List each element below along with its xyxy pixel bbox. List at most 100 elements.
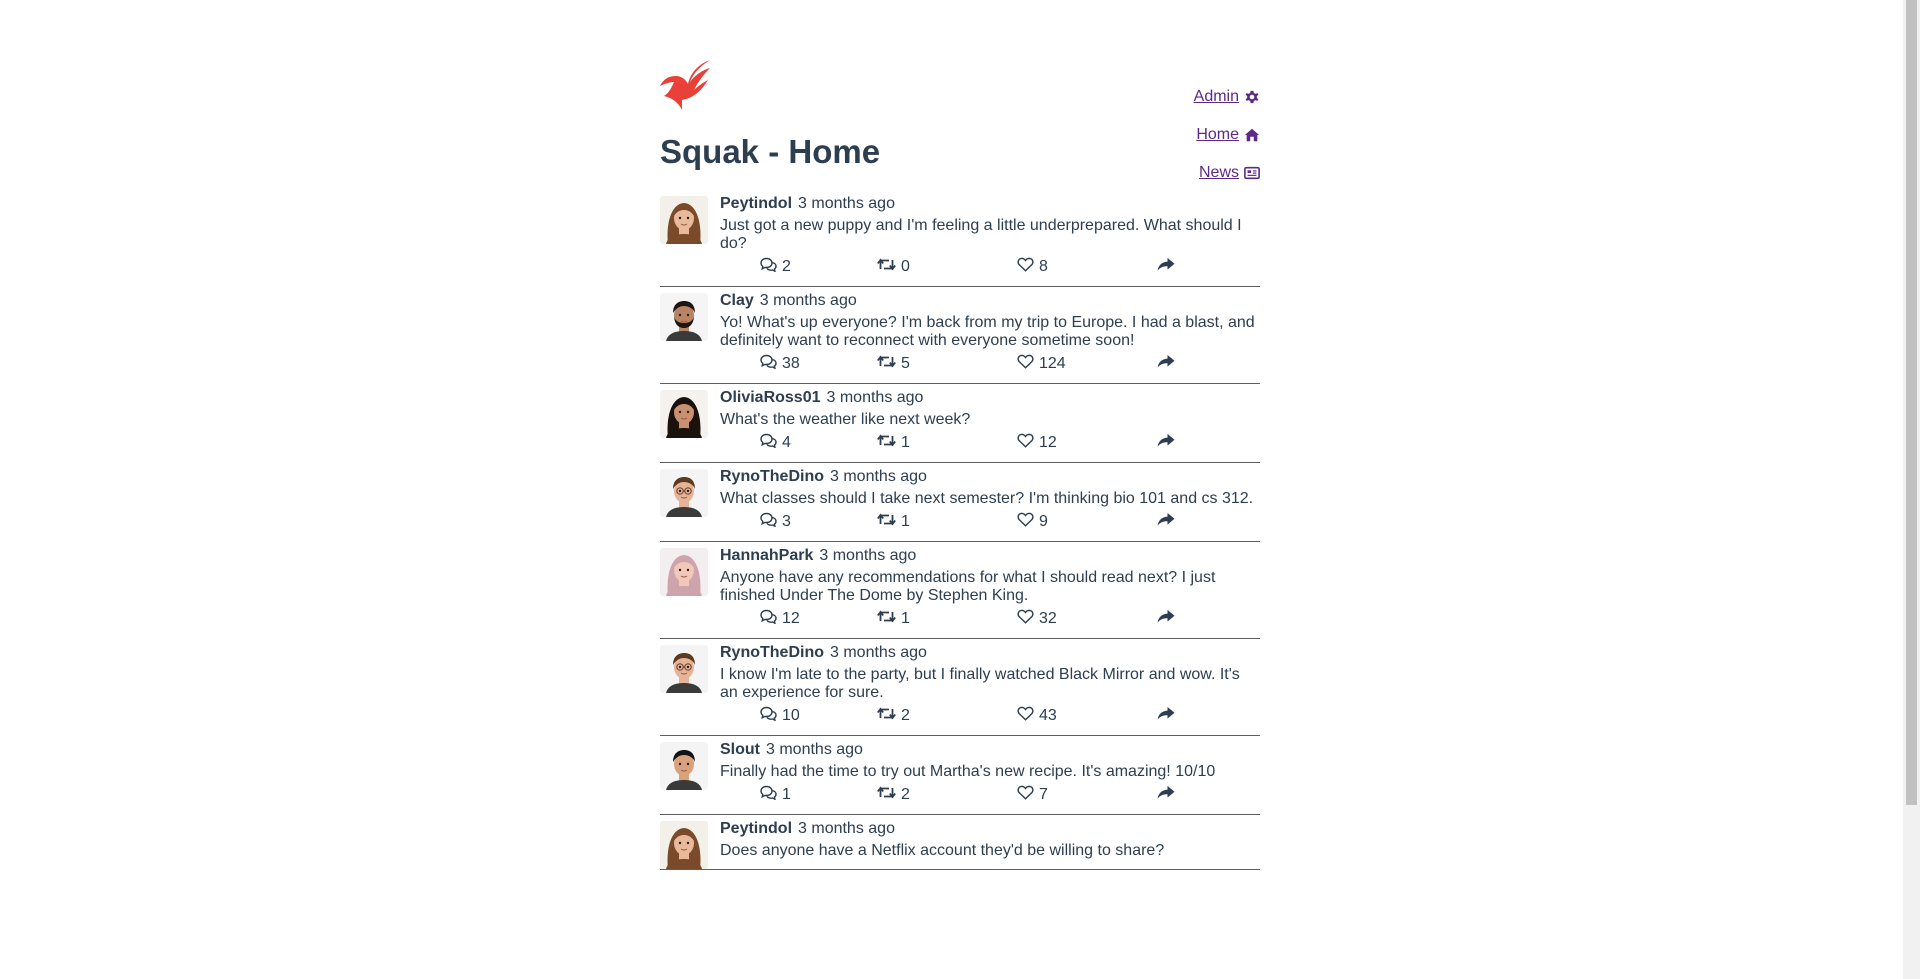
avatar[interactable] <box>660 196 708 244</box>
comment-button[interactable]: 2 <box>760 257 877 277</box>
comment-count: 10 <box>782 707 800 724</box>
like-button[interactable]: 12 <box>1017 433 1157 453</box>
share-icon <box>1157 354 1180 374</box>
avatar[interactable] <box>660 742 708 790</box>
repost-button[interactable]: 2 <box>877 785 1017 805</box>
share-button[interactable] <box>1157 257 1180 277</box>
username[interactable]: Slout <box>720 741 760 758</box>
username[interactable]: Peytindol <box>720 195 792 212</box>
comment-button[interactable]: 10 <box>760 706 877 726</box>
post-actions: 38 5 124 <box>720 350 1260 378</box>
like-button[interactable]: 7 <box>1017 785 1157 805</box>
avatar[interactable] <box>660 390 708 438</box>
username[interactable]: RynoTheDino <box>720 644 824 661</box>
username[interactable]: Clay <box>720 292 754 309</box>
post-text: Does anyone have a Netflix account they'… <box>720 842 1165 859</box>
share-button[interactable] <box>1157 785 1180 805</box>
comment-button[interactable]: 4 <box>760 433 877 453</box>
share-button[interactable] <box>1157 609 1180 629</box>
avatar[interactable] <box>660 293 708 341</box>
repost-button[interactable]: 0 <box>877 257 1017 277</box>
scrollbar[interactable] <box>1903 0 1920 979</box>
post-text: What classes should I take next semester… <box>720 490 1254 507</box>
page-container: Squak - Home Admin Home News Peytindol 3… <box>660 0 1260 870</box>
repost-button[interactable]: 5 <box>877 354 1017 374</box>
repost-button[interactable]: 1 <box>877 512 1017 532</box>
repost-count: 2 <box>901 786 910 803</box>
heart-icon <box>1017 706 1039 726</box>
post-actions: 2 0 8 <box>720 253 1260 281</box>
post-text: What's the weather like next week? <box>720 411 971 428</box>
avatar[interactable] <box>660 548 708 596</box>
like-count: 43 <box>1039 707 1057 724</box>
comment-button[interactable]: 1 <box>760 785 877 805</box>
post: Peytindol 3 months ago Does anyone have a … <box>660 815 1260 870</box>
share-icon <box>1157 785 1180 805</box>
repost-button[interactable]: 1 <box>877 609 1017 629</box>
repost-button[interactable]: 1 <box>877 433 1017 453</box>
like-button[interactable]: 8 <box>1017 257 1157 277</box>
heart-icon <box>1017 512 1039 532</box>
like-button[interactable]: 124 <box>1017 354 1157 374</box>
share-button[interactable] <box>1157 433 1180 453</box>
nav-item-news[interactable]: News <box>1194 154 1260 192</box>
like-count: 32 <box>1039 610 1057 627</box>
like-count: 124 <box>1039 355 1066 372</box>
post: RynoTheDino 3 months ago I know I'm late t… <box>660 639 1260 736</box>
like-button[interactable]: 9 <box>1017 512 1157 532</box>
post-actions: 10 2 43 <box>720 702 1260 730</box>
share-icon <box>1157 433 1180 453</box>
share-icon <box>1157 512 1180 532</box>
comment-icon <box>760 433 782 453</box>
nav-item-admin[interactable]: Admin <box>1194 78 1260 116</box>
heart-icon <box>1017 257 1039 277</box>
share-button[interactable] <box>1157 706 1180 726</box>
post-body: HannahPark 3 months ago Anyone have any re… <box>720 546 1260 638</box>
comment-icon <box>760 354 782 374</box>
comment-button[interactable]: 12 <box>760 609 877 629</box>
post-text: Finally had the time to try out Martha's… <box>720 763 1216 780</box>
timestamp: 3 months ago <box>830 644 927 661</box>
avatar[interactable] <box>660 821 708 869</box>
post-header: HannahPark 3 months ago <box>720 546 1260 566</box>
repost-count: 1 <box>901 434 910 451</box>
post-header: RynoTheDino 3 months ago <box>720 643 1260 663</box>
scrollbar-thumb[interactable] <box>1906 0 1917 805</box>
repost-icon <box>877 706 901 726</box>
avatar[interactable] <box>660 645 708 693</box>
share-button[interactable] <box>1157 354 1180 374</box>
like-button[interactable]: 43 <box>1017 706 1157 726</box>
timestamp: 3 months ago <box>798 195 895 212</box>
username[interactable]: Peytindol <box>720 820 792 837</box>
post: Slout 3 months ago Finally had the time to… <box>660 736 1260 815</box>
username[interactable]: OliviaRoss01 <box>720 389 821 406</box>
nav-link-admin[interactable]: Admin <box>1194 88 1239 106</box>
post-actions: 4 1 12 <box>720 429 1260 457</box>
like-button[interactable]: 32 <box>1017 609 1157 629</box>
post-body: Slout 3 months ago Finally had the time to… <box>720 740 1260 814</box>
timestamp: 3 months ago <box>819 547 917 564</box>
post: Clay 3 months ago Yo! What's up everyone? … <box>660 287 1260 384</box>
share-icon <box>1157 706 1180 726</box>
nav-link-home[interactable]: Home <box>1196 126 1239 144</box>
post-feed: Peytindol 3 months ago Just got a new pupp… <box>660 190 1260 870</box>
username[interactable]: RynoTheDino <box>720 468 824 485</box>
comment-button[interactable]: 3 <box>760 512 877 532</box>
username[interactable]: HannahPark <box>720 547 813 564</box>
comment-count: 38 <box>782 355 800 372</box>
post-header: RynoTheDino 3 months ago <box>720 467 1260 487</box>
avatar[interactable] <box>660 469 708 517</box>
nav-link-news[interactable]: News <box>1199 164 1239 182</box>
repost-button[interactable]: 2 <box>877 706 1017 726</box>
page-title: Squak - Home <box>660 133 881 170</box>
repost-count: 2 <box>901 707 910 724</box>
post-header: Peytindol 3 months ago <box>720 819 1260 839</box>
nav-item-home[interactable]: Home <box>1194 116 1260 154</box>
comment-button[interactable]: 38 <box>760 354 877 374</box>
post-body: RynoTheDino 3 months ago What classes shou… <box>720 467 1260 541</box>
post-body: Peytindol 3 months ago Just got a new pupp… <box>720 194 1260 286</box>
share-button[interactable] <box>1157 512 1180 532</box>
post-body: OliviaRoss01 3 months ago What's the weath… <box>720 388 1260 462</box>
post: OliviaRoss01 3 months ago What's the weath… <box>660 384 1260 463</box>
post-body: RynoTheDino 3 months ago I know I'm late t… <box>720 643 1260 735</box>
